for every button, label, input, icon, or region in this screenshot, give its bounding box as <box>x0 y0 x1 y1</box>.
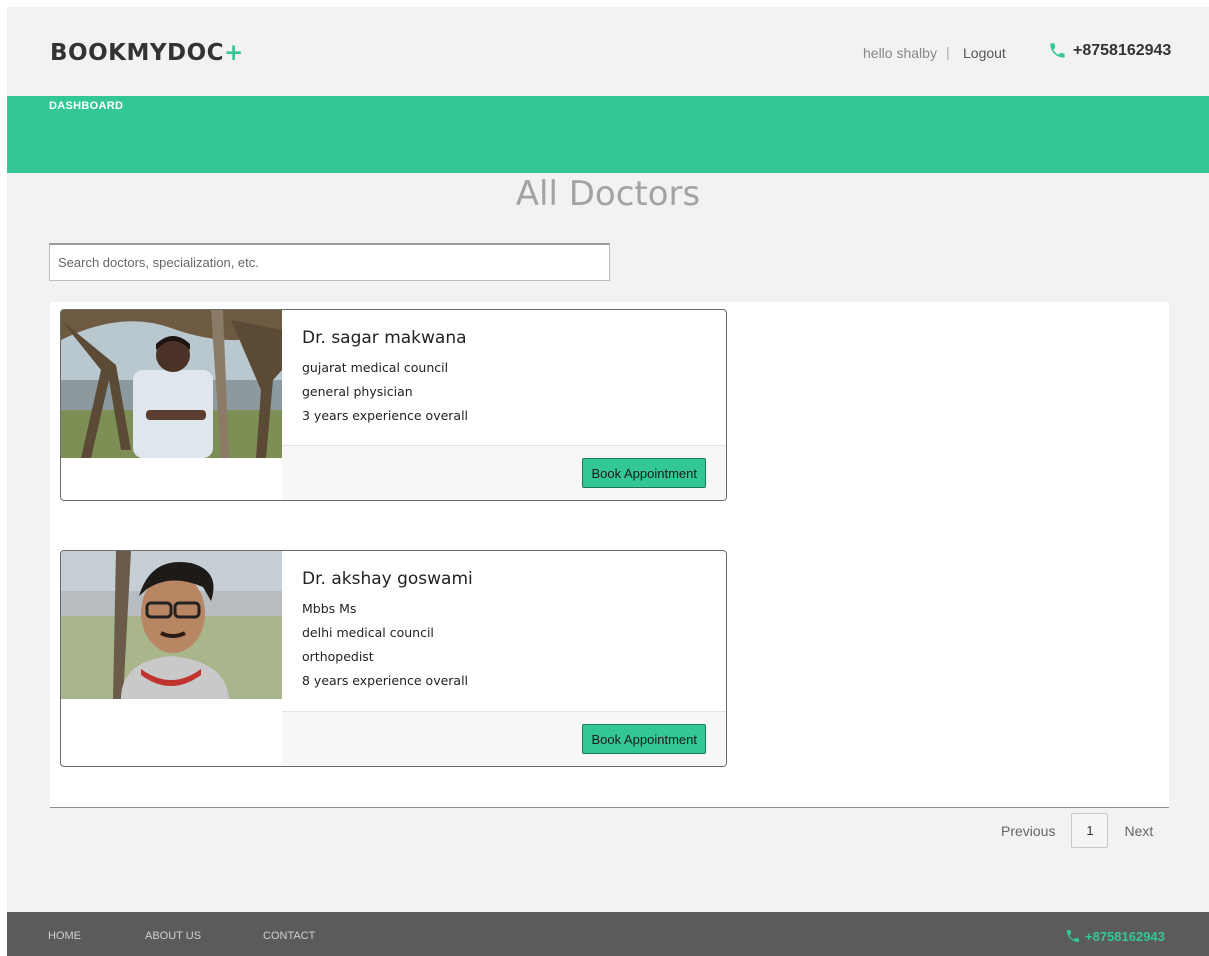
book-appointment-button[interactable]: Book Appointment <box>582 724 706 754</box>
nav-item-dashboard[interactable]: DASHBOARD <box>49 100 123 112</box>
doctor-name: Dr. akshay goswami <box>302 569 473 589</box>
doctor-card: Dr. sagar makwana gujarat medical counci… <box>60 309 727 501</box>
doctor-detail: Mbbs Ms <box>302 601 357 616</box>
doctor-card: Dr. akshay goswami Mbbs Ms delhi medical… <box>60 550 727 767</box>
doctor-detail: 8 years experience overall <box>302 673 469 688</box>
doctor-card-footer: Book Appointment <box>282 711 726 766</box>
nav-bar: DASHBOARD <box>7 96 1209 173</box>
doctor-detail: orthopedist <box>302 649 374 664</box>
brand-text: BOOKMYDOC <box>50 40 225 66</box>
doctor-detail: delhi medical council <box>302 625 434 640</box>
search-input[interactable] <box>49 243 610 281</box>
header-phone: +8758162943 <box>1048 41 1171 60</box>
doctor-list: Dr. sagar makwana gujarat medical counci… <box>50 302 1169 808</box>
header-phone-number: +8758162943 <box>1073 41 1172 59</box>
footer-link-about-us[interactable]: ABOUT US <box>145 930 201 942</box>
doctor-card-footer: Book Appointment <box>282 445 726 500</box>
user-greeting: hello shalby <box>863 45 937 61</box>
site-header: BOOKMYDOC+ hello shalby | Logout +875816… <box>7 7 1209 96</box>
footer-phone-number: +8758162943 <box>1085 928 1165 944</box>
brand-plus-icon: + <box>224 40 244 66</box>
doctor-info: Dr. akshay goswami Mbbs Ms delhi medical… <box>282 551 726 693</box>
pagination: Previous 1 Next <box>1001 813 1153 848</box>
doctor-name: Dr. sagar makwana <box>302 328 467 348</box>
site-footer: HOME ABOUT US CONTACT +8758162943 <box>7 912 1209 956</box>
doctor-info: Dr. sagar makwana gujarat medical counci… <box>282 310 726 428</box>
pagination-next[interactable]: Next <box>1124 823 1153 839</box>
doctor-detail: 3 years experience overall <box>302 408 469 423</box>
footer-phone: +8758162943 <box>1065 928 1165 944</box>
page-title: All Doctors <box>515 174 701 214</box>
pagination-page[interactable]: 1 <box>1071 813 1109 848</box>
doctor-photo <box>61 551 282 699</box>
book-appointment-button[interactable]: Book Appointment <box>582 458 706 488</box>
footer-link-home[interactable]: HOME <box>48 930 81 942</box>
phone-icon <box>1050 43 1065 58</box>
page: BOOKMYDOC+ hello shalby | Logout +875816… <box>7 7 1209 956</box>
doctor-detail: general physician <box>302 384 413 399</box>
brand-logo[interactable]: BOOKMYDOC+ <box>50 40 244 66</box>
pagination-previous[interactable]: Previous <box>1001 823 1055 839</box>
doctor-photo <box>61 310 282 458</box>
header-separator: | <box>946 44 950 60</box>
phone-icon <box>1067 930 1079 942</box>
doctor-detail: gujarat medical council <box>302 360 449 375</box>
footer-link-contact[interactable]: CONTACT <box>263 930 315 942</box>
logout-link[interactable]: Logout <box>963 45 1006 61</box>
